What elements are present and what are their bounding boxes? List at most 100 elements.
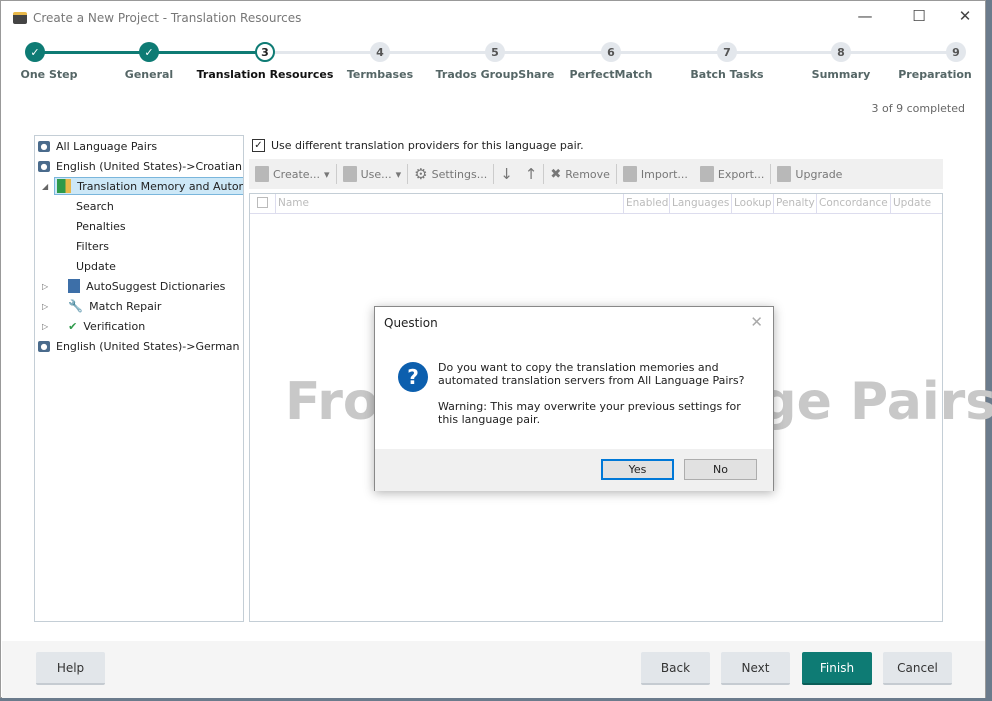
dictionary-icon xyxy=(68,279,81,293)
dialog-title: Question xyxy=(384,316,438,330)
checkbox-checked-icon[interactable]: ✓ xyxy=(252,139,265,152)
language-pair-icon: ● xyxy=(38,340,50,352)
remove-x-icon: ✖ xyxy=(550,166,562,182)
upgrade-button[interactable]: Upgrade xyxy=(771,159,848,189)
next-button[interactable]: Next xyxy=(721,652,790,685)
step-5-label[interactable]: Trados GroupShare xyxy=(436,68,555,81)
settings-label: Settings... xyxy=(431,167,488,181)
step-9-label[interactable]: Preparation xyxy=(898,68,972,81)
step-6-indicator: 6 xyxy=(601,42,621,62)
tree-item-update[interactable]: Update xyxy=(76,257,116,275)
tm-icon xyxy=(255,166,269,182)
export-label: Export... xyxy=(717,167,765,181)
step-connector xyxy=(35,51,149,54)
window-title: Create a New Project - Translation Resou… xyxy=(33,11,302,25)
column-concordance[interactable]: Concordance xyxy=(817,194,891,213)
step-8-indicator: 8 xyxy=(831,42,851,62)
tree-item-all-language-pairs[interactable]: ● All Language Pairs xyxy=(38,137,157,155)
export-icon xyxy=(699,166,714,182)
step-7-indicator: 7 xyxy=(717,42,737,62)
expand-arrow-icon[interactable]: ▷ xyxy=(42,282,48,291)
column-update[interactable]: Update xyxy=(891,194,933,213)
tree-item-en-de[interactable]: ● English (United States)->German (Ge xyxy=(38,337,243,355)
dialog-footer: Yes No xyxy=(375,449,773,491)
step-4-label[interactable]: Termbases xyxy=(347,68,413,81)
step-2-indicator: ✓ xyxy=(139,42,159,62)
use-button[interactable]: Use... ▾ xyxy=(337,159,408,189)
yes-button[interactable]: Yes xyxy=(601,459,674,480)
column-enabled[interactable]: Enabled xyxy=(624,194,670,213)
move-up-button[interactable]: ↑ xyxy=(519,159,544,189)
expand-arrow-icon[interactable]: ▷ xyxy=(42,322,48,331)
step-connector xyxy=(495,51,611,54)
translation-memory-icon xyxy=(57,179,72,193)
tree-item-verification[interactable]: ▷ ✔ Verification xyxy=(42,317,145,335)
tree-item-autosuggest[interactable]: ▷ AutoSuggest Dictionaries xyxy=(42,277,225,295)
column-penalty[interactable]: Penalty xyxy=(774,194,817,213)
step-connector xyxy=(380,51,495,54)
settings-button[interactable]: ⚙ Settings... xyxy=(408,159,493,189)
move-down-button[interactable]: ↓ xyxy=(494,159,519,189)
import-button[interactable]: Import... xyxy=(617,159,694,189)
column-languages[interactable]: Languages xyxy=(670,194,732,213)
app-icon xyxy=(13,12,27,24)
step-8-label[interactable]: Summary xyxy=(812,68,871,81)
tree-label: All Language Pairs xyxy=(56,139,158,153)
arrow-down-icon: ↓ xyxy=(500,165,513,183)
export-button[interactable]: Export... xyxy=(694,159,771,189)
dropdown-arrow-icon[interactable]: ▾ xyxy=(324,168,330,181)
tm-icon xyxy=(342,166,357,182)
upgrade-label: Upgrade xyxy=(795,167,843,181)
cancel-button[interactable]: Cancel xyxy=(883,652,952,685)
tree-item-tm[interactable]: ◢ Translation Memory and Automa xyxy=(42,177,243,195)
step-6-label[interactable]: PerfectMatch xyxy=(570,68,653,81)
step-7-label[interactable]: Batch Tasks xyxy=(690,68,763,81)
different-providers-checkbox[interactable]: ✓ Use different translation providers for… xyxy=(252,139,584,152)
use-label: Use... xyxy=(360,167,392,181)
step-3-label[interactable]: Translation Resources xyxy=(197,68,334,81)
remove-label: Remove xyxy=(565,167,610,181)
checkbox-label: Use different translation providers for … xyxy=(271,139,584,152)
select-all-checkbox[interactable] xyxy=(250,194,276,213)
warning-text: Warning: This may overwrite your previou… xyxy=(438,400,741,426)
column-name[interactable]: Name xyxy=(276,194,624,213)
step-9-indicator: 9 xyxy=(946,42,966,62)
dropdown-arrow-icon[interactable]: ▾ xyxy=(396,168,402,181)
expand-arrow-icon[interactable]: ▷ xyxy=(42,302,48,311)
minimize-button[interactable]: — xyxy=(855,7,875,25)
settings-tree: ● All Language Pairs ● English (United Sta… xyxy=(34,135,244,622)
tree-item-en-hr[interactable]: ● English (United States)->Croatian (Cr xyxy=(38,157,243,175)
import-icon xyxy=(622,166,637,182)
help-button[interactable]: Help xyxy=(36,652,105,685)
tree-item-filters[interactable]: Filters xyxy=(76,237,109,255)
create-label: Create... xyxy=(273,167,321,181)
step-5-indicator: 5 xyxy=(485,42,505,62)
remove-button[interactable]: ✖ Remove xyxy=(544,159,616,189)
maximize-button[interactable]: ☐ xyxy=(909,7,929,25)
close-button[interactable]: ✕ xyxy=(955,7,975,25)
wrench-icon: 🔧 xyxy=(68,299,84,313)
tree-item-match-repair[interactable]: ▷ 🔧 Match Repair xyxy=(42,297,161,315)
step-2-label[interactable]: General xyxy=(125,68,173,81)
tree-label: Search xyxy=(76,199,114,213)
back-button[interactable]: Back xyxy=(641,652,710,685)
import-label: Import... xyxy=(640,167,688,181)
dialog-close-icon[interactable]: ✕ xyxy=(750,313,763,331)
no-button[interactable]: No xyxy=(684,459,757,480)
tree-label: Penalties xyxy=(76,219,126,233)
step-connector xyxy=(727,51,841,54)
question-icon: ? xyxy=(398,362,428,392)
column-lookup[interactable]: Lookup xyxy=(732,194,774,213)
create-button[interactable]: Create... ▾ xyxy=(249,159,336,189)
finish-button[interactable]: Finish xyxy=(802,652,872,685)
step-1-label[interactable]: One Step xyxy=(21,68,78,81)
tree-item-penalties[interactable]: Penalties xyxy=(76,217,126,235)
collapse-arrow-icon[interactable]: ◢ xyxy=(42,182,48,191)
tree-item-search[interactable]: Search xyxy=(76,197,114,215)
tree-label: Filters xyxy=(76,239,109,253)
progress-text: 3 of 9 completed xyxy=(871,102,965,115)
title-bar: Create a New Project - Translation Resou… xyxy=(13,11,301,25)
tree-label: Match Repair xyxy=(89,299,162,313)
verification-icon: ✔ xyxy=(68,319,78,333)
step-1-indicator: ✓ xyxy=(25,42,45,62)
